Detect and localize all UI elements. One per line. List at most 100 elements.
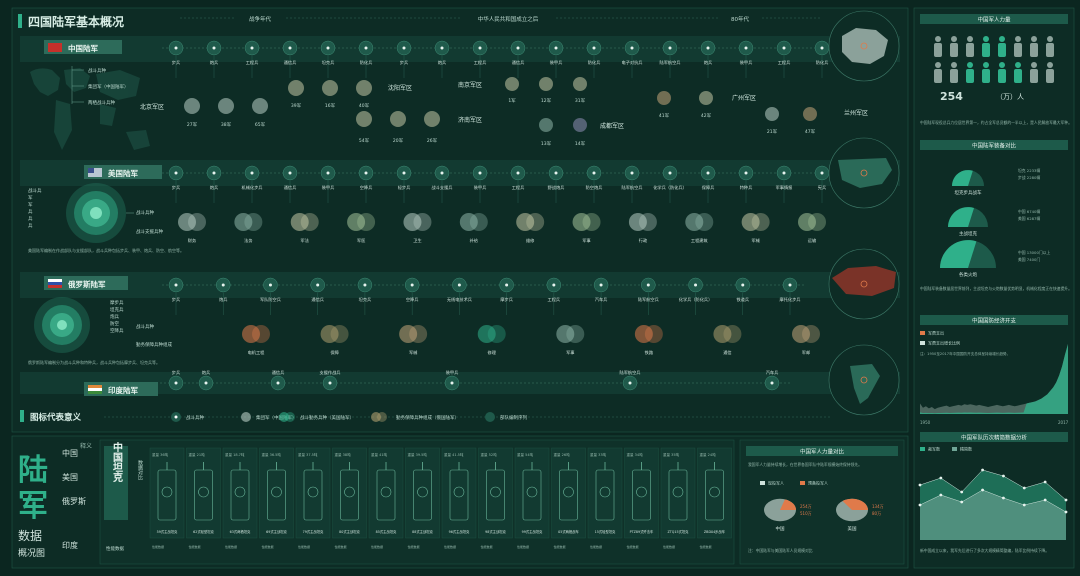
branch-node-label: 陆军航空兵 [660,59,681,66]
tank-perf: 性能数据 [481,544,493,549]
branch-node-label: 防化兵 [816,59,829,66]
person-icon [935,36,941,42]
tank-perf: 性能数据 [152,544,164,549]
data-point [939,493,943,497]
structure-label: 炮兵 [110,313,119,320]
support-node-label: 军事 [566,349,574,356]
data-point [981,468,984,472]
tank-name: 88式主战坦克 [412,529,433,534]
region-label: 南京军区 [458,81,482,89]
person-icon [1015,36,1021,42]
era-label: 80年代 [731,15,749,23]
india-flag-icon [88,385,102,388]
tank-card [624,447,659,539]
card-note: 注：中国陆军与美国陆军人员规模对比 [748,548,813,553]
country-label-russia: 俄罗斯陆军 [44,276,128,290]
branch-node-label: 化学兵（防化兵） [679,296,713,303]
branch-node-label: 步兵 [172,59,180,66]
unit-label: 39军 [291,103,302,109]
title-marker [18,14,22,28]
perf-label: 性能数据 [106,545,124,552]
country-label-china: 中国陆军 [44,40,122,54]
card-note: 新中国成立以来，我军先后进行了多次大规模精简整编，陆军比例持续下降。 [920,548,1049,553]
big-title-char: 军 [18,489,48,524]
region-label: 济南军区 [458,116,482,124]
support-node-label: 军邮 [802,349,810,356]
branch-node-label: 无线电技术兵 [447,296,472,303]
person-icon [983,36,989,42]
card-note: 我国军人力量持续增长，在世界各国军队中陆军规模始终保持领先。 [748,462,862,467]
tank-card [514,447,550,539]
data-point [1022,486,1026,490]
branch-node-label: 防化兵 [360,59,373,66]
data-point [960,490,964,494]
branch-node-label: 装甲兵 [446,369,459,376]
tank-perf: 性能数据 [335,544,347,549]
tank-card [441,447,477,539]
tank-card [186,447,221,539]
big-title-char: 陆 [18,453,48,488]
card-title: 中国军队历次精简数据分析 [961,434,1028,442]
tank-stat: 重量 37.5吨 [298,452,318,457]
unit-label: 27军 [187,122,198,128]
country-list-item: 中国 [62,448,78,458]
branch-node-label: 炮兵 [219,296,227,303]
tank-card [149,447,185,539]
unit-label: 54军 [359,138,370,144]
support-node-label: 铁路 [645,349,654,356]
tank-title: 中国坦克 [111,441,123,483]
branch-node-label: 炮兵 [210,184,218,191]
branch-node-label: 摩步兵 [500,296,513,303]
branch-node-label: 装甲兵 [550,59,563,66]
branch-node-label: 步兵 [172,369,180,376]
structure-label: 兵 [28,222,33,229]
data-point [1064,510,1068,514]
tank-card [551,447,586,539]
tank-name: PTZ89式歼击车 [630,529,654,534]
branch-node-label: 化学兵（防化兵） [653,184,687,191]
support-node-label: 卫生 [413,237,421,243]
branch-node-label: 通信兵 [284,59,297,66]
structure-label: 空降兵 [110,327,124,334]
branch-node-label: 保障兵 [702,184,715,191]
support-node-label: 维修 [526,237,535,244]
data-point [1002,496,1005,500]
tank-stat: 重量 33吨 [590,452,607,457]
branch-node-label: 坦克兵 [359,296,372,303]
manpower-unit: （万）人 [996,93,1024,101]
china-flag-icon [48,43,62,52]
branch-label: 战斗支援兵种 [136,228,163,235]
data-point [960,500,964,504]
tank-card [478,447,513,539]
branch-node-label: 防化兵 [588,59,601,66]
band-china [20,36,900,62]
infographic-canvas: 四国陆军基本概况 战争年代 中华人民共和国成立之后 80年代 中国陆军 美国陆军… [0,0,1080,576]
tank-card [222,447,258,539]
unit-label: 38军 [221,122,232,128]
tank-stat: 重量 36吨 [152,452,169,457]
unit-label: 21军 [767,129,778,135]
gauge-value: 步战 2280辆 [1018,175,1040,180]
structure-label: 军 [28,202,33,208]
main-panel [11,7,909,433]
region-label: 成都军区 [600,122,624,130]
page-title: 四国陆军基本概况 [28,14,124,29]
tank-perf: 性能数据 [590,544,602,549]
legend-item: 现役军人 [768,480,784,486]
tank-stat: 重量 41.5吨 [444,452,464,457]
person-icon [1031,62,1037,68]
tank-name: 15式轻型坦克 [595,529,616,534]
person-icon [999,36,1005,42]
tank-name: 62式轻型坦克 [193,529,214,534]
gauge-value: 中国 13000门以上 [1018,250,1050,255]
tank-card [660,447,696,539]
card-note: 中国陆军装备数量居世界前列，主战坦克与火炮数量优势明显，机械化程度正在快速提升。 [920,286,1072,291]
tank-name: 05式两栖战车 [558,529,579,534]
tank-perf: 性能数据 [663,544,675,549]
branch-node-label: 摩托化步兵 [780,296,801,303]
branch-node-label: 特种兵 [740,184,753,191]
data-point [1064,498,1068,502]
person-icon [935,62,941,68]
support-node-label: 法务 [244,237,253,244]
branch-node-label: 炮兵 [210,59,218,66]
